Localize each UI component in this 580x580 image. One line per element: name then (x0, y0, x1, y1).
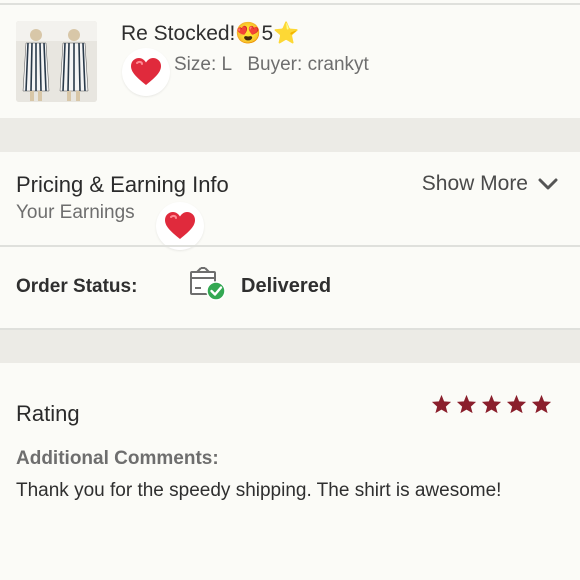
rating-panel: Rating Additional Comments: Thank you fo… (0, 363, 580, 580)
heart-sticker (122, 48, 170, 96)
star-icon (431, 394, 452, 414)
buyer-text[interactable]: Buyer: crankyt (247, 54, 368, 75)
star-icon (456, 394, 477, 414)
star-icon (481, 394, 502, 414)
comment-text: Thank you for the speedy shipping. The s… (16, 480, 502, 501)
pricing-heading: Pricing & Earning Info (16, 172, 229, 197)
additional-comments-label: Additional Comments: (16, 448, 219, 469)
heart-icon (131, 58, 161, 85)
heart-sticker (156, 202, 204, 250)
heart-icon (165, 212, 195, 239)
rating-label: Rating (16, 401, 80, 426)
listing-title: Re Stocked!😍5⭐ (121, 22, 300, 45)
order-status-label: Order Status: (16, 276, 138, 297)
size-text: Size: L (174, 54, 233, 75)
product-thumbnail[interactable] (16, 21, 97, 102)
package-delivered-icon (190, 267, 226, 301)
order-status-value: Delivered (241, 275, 332, 297)
pricing-bottom-divider (0, 328, 580, 330)
star-icon (531, 394, 552, 414)
top-divider (0, 3, 580, 5)
listing-summary: Re Stocked!😍5⭐ Size: L Buyer: crankyt (0, 0, 580, 118)
show-more-label: Show More (421, 172, 528, 195)
your-earnings-label: Your Earnings (16, 202, 135, 223)
star-icon (506, 394, 527, 414)
pricing-panel: Pricing & Earning Info Show More Your Ea… (0, 152, 580, 330)
chevron-down-icon (538, 178, 558, 190)
show-more-button[interactable]: Show More (422, 172, 558, 196)
rating-stars (431, 394, 552, 414)
listing-details: Size: L Buyer: crankyt (174, 54, 379, 76)
section-divider (0, 245, 580, 247)
